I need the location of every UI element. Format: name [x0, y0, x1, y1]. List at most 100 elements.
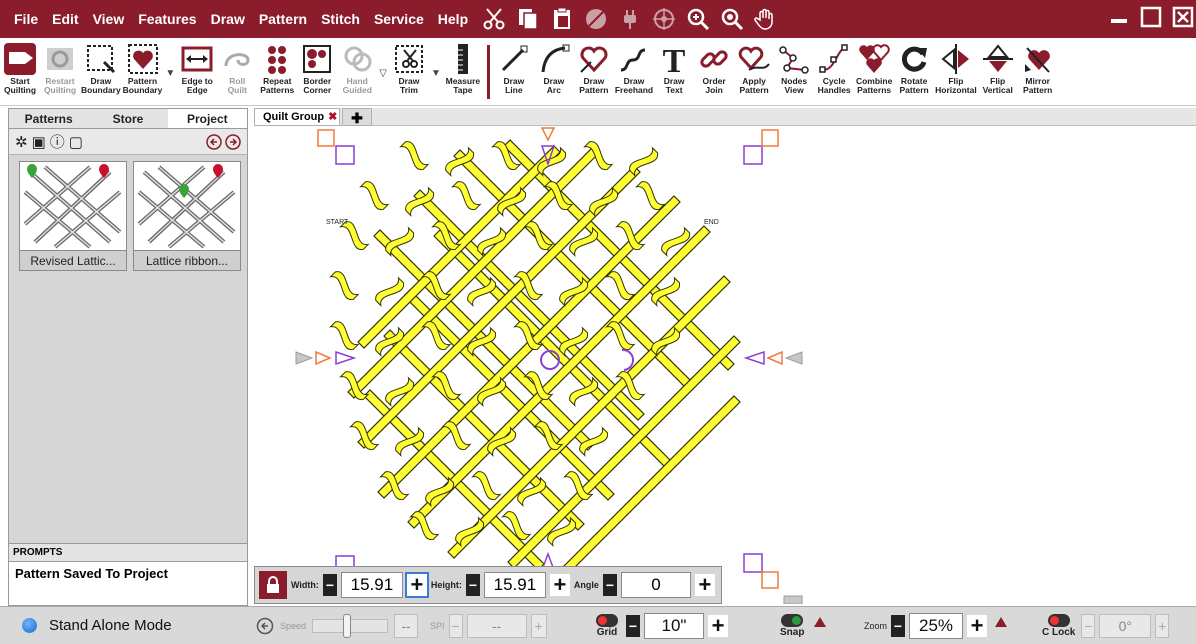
cycle-handles-button[interactable]: Cycle Handles: [814, 41, 854, 105]
add-tab-icon[interactable]: ✚: [342, 108, 372, 126]
menu-view[interactable]: View: [86, 11, 132, 27]
no-entry-icon[interactable]: [581, 4, 611, 34]
width-minus-button[interactable]: −: [322, 574, 337, 596]
c-lock-minus-button[interactable]: −: [1081, 614, 1096, 638]
menu-help[interactable]: Help: [431, 11, 475, 27]
zoom-plus-button[interactable]: +: [967, 613, 988, 638]
menu-edit[interactable]: Edit: [45, 11, 85, 27]
menu-features[interactable]: Features: [131, 11, 203, 27]
tab-project[interactable]: Project: [167, 109, 247, 128]
rotate-pattern-button[interactable]: Rotate Pattern: [894, 41, 934, 105]
menu-file[interactable]: File: [0, 11, 45, 27]
plug-icon[interactable]: [615, 4, 645, 34]
pattern-thumbnail[interactable]: Revised Lattic...: [19, 161, 127, 271]
spi-label: SPI: [430, 621, 445, 631]
draw-trim-button[interactable]: Draw Trim: [389, 41, 429, 105]
zoom-value[interactable]: 25%: [909, 613, 964, 639]
left-handle[interactable]: [295, 350, 357, 366]
hand-guided-dropdown-icon[interactable]: ▽: [379, 68, 387, 79]
copy-icon[interactable]: [513, 4, 543, 34]
width-field[interactable]: 15.91: [340, 572, 403, 598]
top-left-handle[interactable]: [317, 129, 355, 165]
crosshair-icon[interactable]: [649, 4, 679, 34]
draw-text-button[interactable]: T Draw Text: [654, 41, 694, 105]
pan-hand-icon[interactable]: [751, 4, 781, 34]
roll-quilt-button[interactable]: Roll Quilt: [217, 41, 257, 105]
angle-plus-button[interactable]: +: [694, 572, 715, 597]
draw-freehand-button[interactable]: Draw Freehand: [614, 41, 654, 105]
pattern-boundary-dropdown-icon[interactable]: ▼: [165, 68, 175, 79]
spi-plus-button[interactable]: +: [530, 614, 547, 638]
grid-plus-button[interactable]: +: [708, 613, 728, 638]
top-right-handle[interactable]: [743, 129, 779, 165]
edge-to-edge-button[interactable]: Edge to Edge: [177, 41, 217, 105]
note-icon[interactable]: ▢: [69, 133, 83, 151]
spi-minus-button[interactable]: −: [448, 614, 463, 638]
mirror-pattern-button[interactable]: Mirror Pattern: [1018, 41, 1058, 105]
restart-quilting-button[interactable]: Restart Quilting: [40, 41, 80, 105]
minimize-icon[interactable]: [1106, 4, 1132, 30]
apply-pattern-button[interactable]: Apply Pattern: [734, 41, 774, 105]
grid-minus-button[interactable]: −: [626, 615, 640, 637]
zoom-in-icon[interactable]: [683, 4, 713, 34]
snap-options-icon[interactable]: [814, 617, 827, 627]
forward-arrow-icon[interactable]: [225, 133, 241, 150]
info-icon[interactable]: ⓘ: [50, 131, 65, 152]
flip-horizontal-button[interactable]: Flip Horizontal: [934, 41, 978, 105]
nodes-view-button[interactable]: Nodes View: [774, 41, 814, 105]
angle-field[interactable]: 0: [620, 572, 691, 598]
tab-quilt-group[interactable]: Quilt Group ✖: [254, 108, 340, 126]
measure-tape-button[interactable]: Measure Tape: [443, 41, 483, 105]
maximize-icon[interactable]: [1138, 4, 1164, 30]
flip-vertical-button[interactable]: Flip Vertical: [978, 41, 1018, 105]
height-minus-button[interactable]: −: [465, 574, 480, 596]
c-lock-toggle[interactable]: C Lock: [1042, 614, 1075, 638]
right-handle[interactable]: [743, 350, 803, 366]
grid-value[interactable]: 10": [644, 613, 704, 639]
save-icon[interactable]: ▣: [32, 133, 46, 151]
lock-icon[interactable]: [259, 571, 287, 599]
tab-store[interactable]: Store: [88, 109, 167, 128]
start-quilting-button[interactable]: Start Quilting: [0, 41, 40, 105]
speed-slider[interactable]: [312, 614, 389, 638]
repeat-patterns-button[interactable]: Repeat Patterns: [257, 41, 297, 105]
zoom-all-icon[interactable]: [717, 4, 747, 34]
roll-quilt-icon: [224, 53, 250, 67]
menu-pattern[interactable]: Pattern: [252, 11, 314, 27]
design-canvas[interactable]: START END: [254, 126, 1196, 604]
angle-minus-button[interactable]: −: [602, 574, 617, 596]
c-lock-plus-button[interactable]: +: [1155, 614, 1170, 638]
grid-toggle[interactable]: Grid: [596, 614, 618, 638]
pattern-boundary-button[interactable]: Pattern Boundary: [122, 41, 164, 105]
draw-line-button[interactable]: Draw Line: [494, 41, 534, 105]
snap-toggle[interactable]: Snap: [780, 614, 804, 638]
gear-icon[interactable]: ✲: [15, 133, 28, 151]
combine-patterns-button[interactable]: Combine Patterns: [854, 41, 894, 105]
tab-patterns[interactable]: Patterns: [9, 109, 88, 128]
paste-icon[interactable]: [547, 4, 577, 34]
height-plus-button[interactable]: +: [549, 572, 570, 597]
zoom-options-icon[interactable]: [995, 617, 1008, 627]
zoom-minus-button[interactable]: −: [891, 615, 906, 637]
scissors-icon[interactable]: [479, 4, 509, 34]
menu-draw[interactable]: Draw: [204, 11, 252, 27]
menu-service[interactable]: Service: [367, 11, 431, 27]
draw-pattern-button[interactable]: Draw Pattern: [574, 41, 614, 105]
border-corner-button[interactable]: Border Corner: [297, 41, 337, 105]
width-plus-button[interactable]: +: [404, 572, 429, 598]
back-arrow-icon[interactable]: [206, 133, 222, 150]
rotate-handle[interactable]: [621, 348, 634, 371]
draw-boundary-button[interactable]: Draw Boundary: [80, 41, 122, 105]
hand-guided-button[interactable]: Hand Guided: [337, 41, 377, 105]
close-tab-icon[interactable]: ✖: [328, 111, 337, 123]
order-join-button[interactable]: Order Join: [694, 41, 734, 105]
bottom-right-handle[interactable]: [743, 553, 803, 604]
menu-stitch[interactable]: Stitch: [314, 11, 367, 27]
height-field[interactable]: 15.91: [483, 572, 546, 598]
pattern-thumbnail[interactable]: Lattice ribbon...: [133, 161, 241, 271]
center-handle[interactable]: [540, 350, 560, 370]
back-circle-icon[interactable]: [256, 617, 274, 635]
draw-arc-button[interactable]: Draw Arc: [534, 41, 574, 105]
draw-trim-dropdown-icon[interactable]: ▼: [431, 68, 441, 79]
close-icon[interactable]: [1170, 4, 1196, 30]
